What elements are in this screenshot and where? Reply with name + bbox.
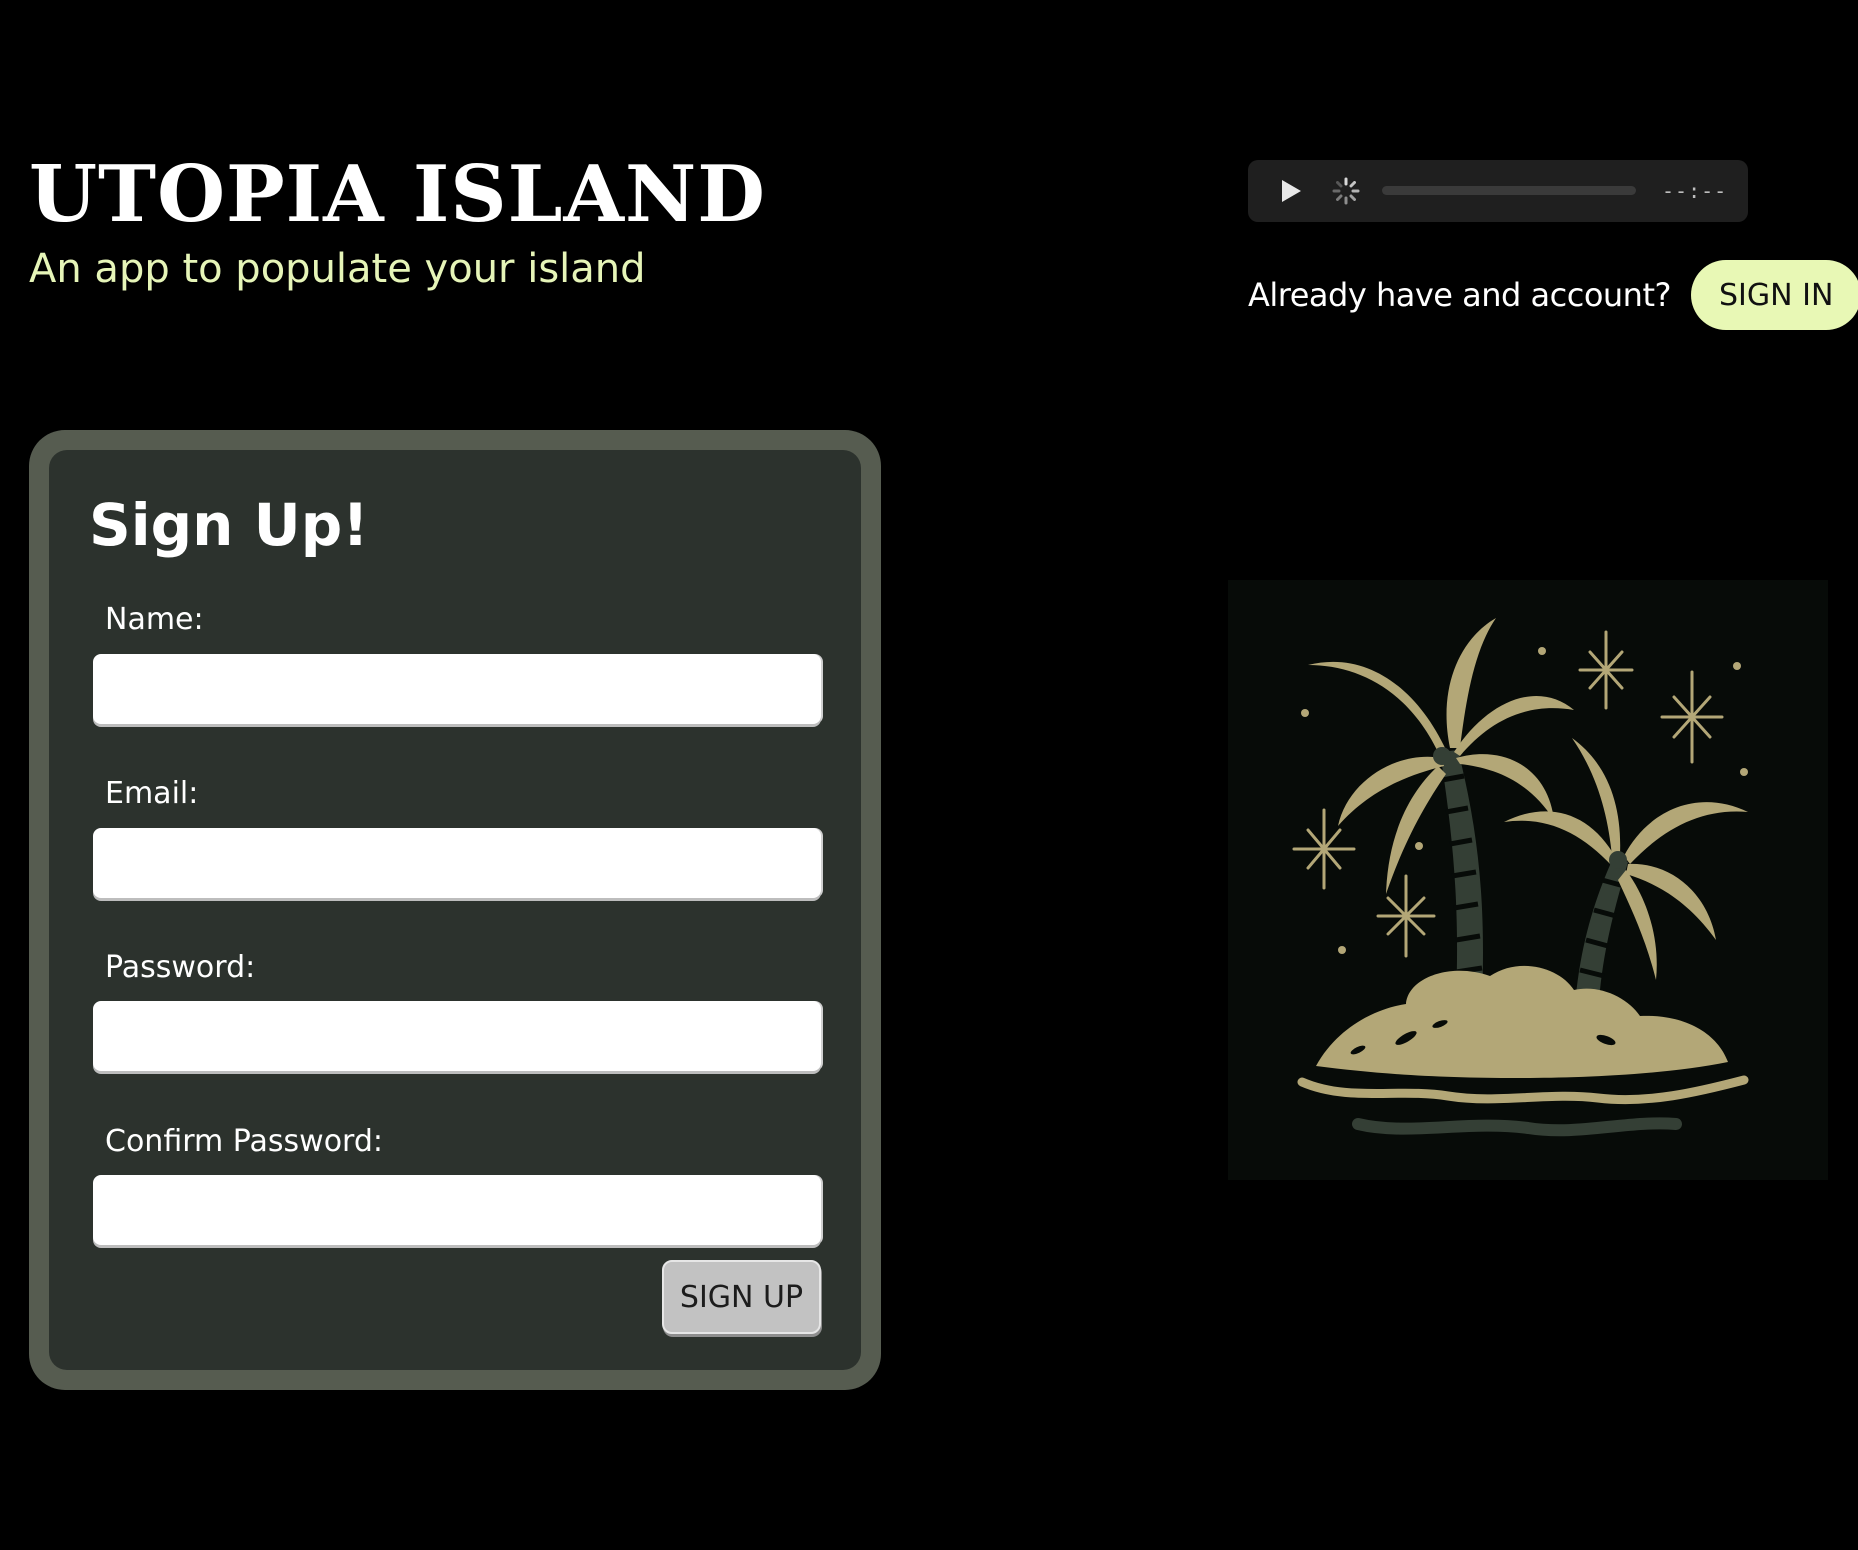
wave-icon <box>1297 1075 1749 1105</box>
audio-player[interactable]: --:-- <box>1248 160 1748 222</box>
play-icon[interactable] <box>1276 177 1304 205</box>
palm-tree-icon <box>1308 618 1574 1000</box>
island-icon <box>1316 965 1728 1078</box>
audio-time-display: --:-- <box>1662 179 1728 203</box>
name-label: Name: <box>105 602 204 637</box>
name-field[interactable] <box>93 654 821 724</box>
sparkle-icon <box>1292 808 1356 890</box>
password-label: Password: <box>105 950 256 985</box>
signin-prompt: Already have and account? <box>1248 276 1671 314</box>
signin-row: Already have and account? SIGN IN <box>1248 260 1858 330</box>
sign-in-button[interactable]: SIGN IN <box>1690 260 1858 330</box>
brand-header: UTOPIA ISLAND An app to populate your is… <box>29 150 766 294</box>
app-title: UTOPIA ISLAND <box>29 149 766 240</box>
signup-card-body: Sign Up! Name: Email: Password: Confirm … <box>49 450 861 1370</box>
audio-progress-bar[interactable] <box>1382 186 1636 195</box>
palm-trees-island-icon <box>1292 618 1749 1137</box>
email-label: Email: <box>105 776 199 811</box>
password-field[interactable] <box>93 1001 821 1071</box>
confirm-password-field[interactable] <box>93 1175 821 1245</box>
sparkle-icon <box>1660 670 1724 764</box>
app-tagline: An app to populate your island <box>29 246 646 292</box>
confirm-password-label: Confirm Password: <box>105 1124 384 1159</box>
signup-card: Sign Up! Name: Email: Password: Confirm … <box>29 430 881 1390</box>
wave-icon <box>1352 1117 1682 1137</box>
loading-spinner-icon <box>1332 177 1360 205</box>
signup-title: Sign Up! <box>89 491 369 559</box>
sign-up-button[interactable]: SIGN UP <box>662 1260 821 1334</box>
email-field[interactable] <box>93 828 821 898</box>
sparkle-icon <box>1578 630 1634 710</box>
island-illustration <box>1228 580 1828 1180</box>
